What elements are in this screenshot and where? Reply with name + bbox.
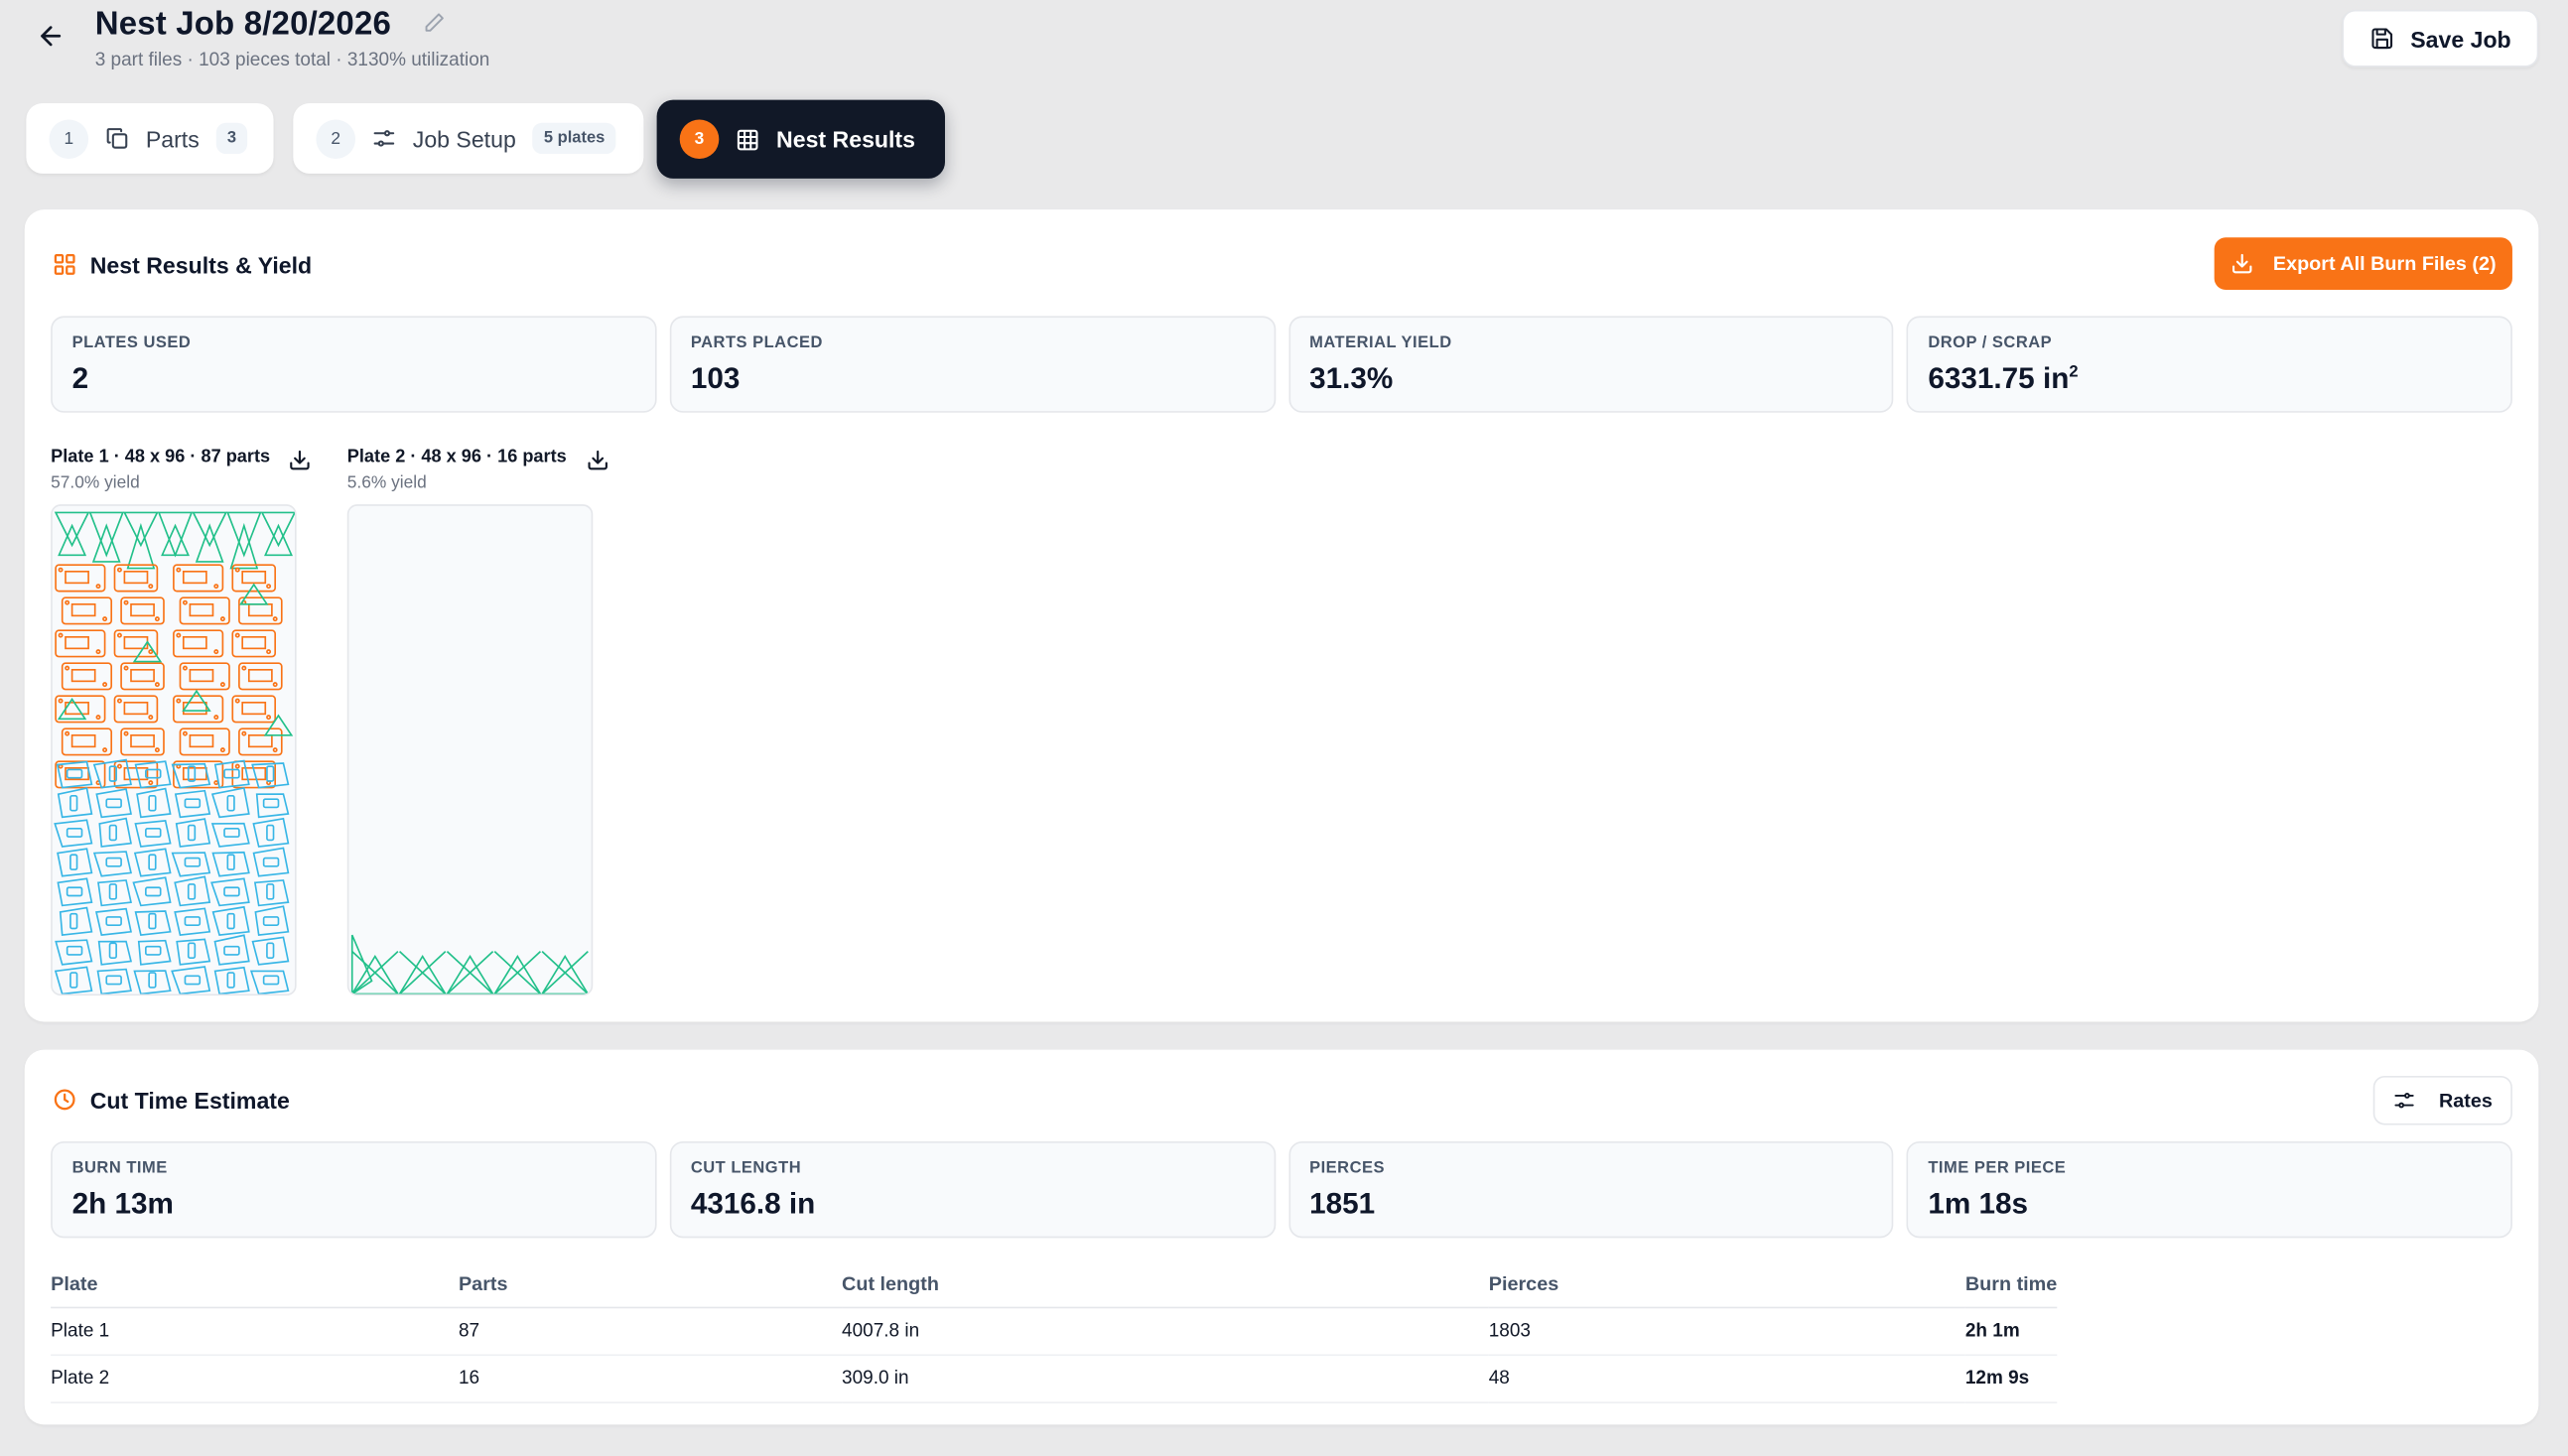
stat-value: 2 (71, 361, 89, 395)
stat-parts-placed: PARTS PLACED 103 (669, 316, 1276, 413)
cut-time-card: Cut Time Estimate Rates BURN TIME 2h 13m… (24, 1049, 2539, 1425)
plate-1-nest-canvas[interactable] (51, 504, 297, 996)
stat-value: 2h 13m (71, 1187, 174, 1221)
export-all-label: Export All Burn Files (2) (2272, 252, 2497, 276)
stat-label: PIERCES (1309, 1159, 1386, 1178)
table-cell: Plate 2 (51, 1354, 459, 1403)
stat-label: CUT LENGTH (690, 1159, 802, 1178)
table-header-row: Plate Parts Cut length Pierces Burn time (51, 1260, 2058, 1308)
cut-time-table: Plate Parts Cut length Pierces Burn time… (51, 1260, 2058, 1403)
stat-label: PLATES USED (71, 333, 192, 352)
table-cell: 48 (1488, 1354, 1965, 1403)
clock-icon (54, 1089, 75, 1111)
stat-label: MATERIAL YIELD (1309, 333, 1452, 352)
nest-results-title: Nest Results & Yield (89, 252, 313, 279)
column-header: Cut length (842, 1260, 1489, 1308)
copy-icon (106, 128, 128, 149)
tab-job-setup[interactable]: 2 Job Setup 5 plates (293, 102, 644, 174)
plate-2-nest-canvas[interactable] (346, 504, 594, 996)
stat-label: PARTS PLACED (690, 333, 823, 352)
plate-2-header: Plate 2 · 48 x 96 · 16 parts 5.6% yield (347, 447, 567, 492)
table-row: Plate 2 16 309.0 in 48 12m 9s (51, 1354, 2058, 1403)
table-cell: 87 (458, 1306, 843, 1356)
plate-1-yield: 57.0% yield (51, 472, 140, 493)
stat-drop-scrap: DROP / SCRAP 6331.75 in2 (1906, 316, 2512, 413)
export-all-burn-files-button[interactable]: Export All Burn Files (2) (2214, 237, 2512, 291)
plate-1-download-button[interactable] (282, 442, 318, 477)
sliders-icon (2394, 1093, 2414, 1109)
table-cell: 16 (458, 1354, 843, 1403)
tab-nest-results-step: 3 (679, 119, 720, 160)
column-header: Parts (458, 1260, 843, 1308)
tab-parts[interactable]: 1 Parts 3 (26, 102, 274, 174)
stat-value-unit-exponent: 2 (2069, 363, 2079, 382)
table-cell: 12m 9s (1964, 1354, 2058, 1403)
table-row: Plate 1 87 4007.8 in 1803 2h 1m (51, 1306, 2058, 1356)
download-icon (2231, 253, 2252, 274)
table-cell: 4007.8 in (842, 1306, 1489, 1356)
table-cell: 2h 1m (1964, 1306, 2058, 1356)
tab-job-setup-label: Job Setup (412, 125, 516, 152)
column-header: Plate (51, 1260, 459, 1308)
download-icon (290, 450, 310, 470)
plate-1-title: Plate 1 · 48 x 96 · 87 parts (51, 447, 271, 467)
tab-parts-badge: 3 (215, 122, 248, 155)
stat-value: 1851 (1309, 1187, 1376, 1221)
nest-stats: PLATES USED 2 PARTS PLACED 103 MATERIAL … (51, 316, 2512, 413)
back-arrow-icon[interactable] (36, 21, 66, 51)
pencil-icon[interactable] (423, 12, 446, 35)
stat-value-number: 6331.75 in (1928, 361, 2070, 395)
stat-value: 103 (690, 361, 741, 395)
stat-value: 6331.75 in2 (1928, 362, 2491, 397)
cut-stats: BURN TIME 2h 13m CUT LENGTH 4316.8 in PI… (51, 1140, 2512, 1239)
stat-label: BURN TIME (71, 1159, 168, 1178)
table-cell: 1803 (1488, 1306, 1965, 1356)
stat-value: 4316.8 in (690, 1187, 816, 1221)
nest-results-card: Nest Results & Yield Export All Burn Fil… (24, 209, 2539, 1022)
page-title: Nest Job 8/20/2026 (94, 6, 391, 43)
save-job-label: Save Job (2410, 25, 2511, 52)
stat-plates-used: PLATES USED 2 (51, 316, 657, 413)
sliders-icon (373, 130, 395, 147)
stat-label: DROP / SCRAP (1928, 333, 2053, 352)
tab-nest-results-label: Nest Results (776, 126, 915, 153)
tab-parts-step: 1 (49, 118, 89, 159)
save-job-button[interactable]: Save Job (2342, 9, 2539, 67)
plate-1-header: Plate 1 · 48 x 96 · 87 parts 57.0% yield (51, 447, 270, 492)
rates-button[interactable]: Rates (2372, 1075, 2512, 1125)
stat-material-yield: MATERIAL YIELD 31.3% (1287, 316, 1894, 413)
save-icon (2371, 28, 2392, 50)
stat-label: TIME PER PIECE (1928, 1159, 2067, 1178)
stat-time-per-piece: TIME PER PIECE 1m 18s (1906, 1140, 2512, 1239)
plate-2-title: Plate 2 · 48 x 96 · 16 parts (346, 447, 567, 467)
column-header: Pierces (1488, 1260, 1965, 1308)
stat-value: 31.3% (1309, 361, 1394, 395)
page-subtitle: 3 part files · 103 pieces total · 3130% … (94, 51, 490, 70)
grid-icon (737, 128, 758, 150)
plate-1-nest-drawing (54, 511, 295, 994)
table-cell: Plate 1 (51, 1306, 459, 1356)
tab-parts-label: Parts (145, 125, 200, 152)
layout-grid-icon (54, 254, 75, 275)
stat-pierces: PIERCES 1851 (1287, 1140, 1894, 1239)
plate-2-download-button[interactable] (580, 442, 615, 477)
stat-burn-time: BURN TIME 2h 13m (51, 1140, 657, 1239)
cut-time-title: Cut Time Estimate (89, 1087, 290, 1114)
stat-cut-length: CUT LENGTH 4316.8 in (669, 1140, 1276, 1239)
table-cell: 309.0 in (842, 1354, 1489, 1403)
rates-label: Rates (2438, 1089, 2493, 1113)
download-icon (588, 450, 608, 470)
tab-job-setup-step: 2 (316, 118, 356, 159)
column-header: Burn time (1964, 1260, 2058, 1308)
plate-2-nest-drawing (350, 934, 590, 994)
tab-job-setup-badge: 5 plates (532, 122, 616, 155)
tab-nest-results[interactable]: 3 Nest Results (656, 99, 945, 179)
stat-value: 1m 18s (1928, 1187, 2029, 1221)
plate-2-yield: 5.6% yield (346, 472, 427, 493)
